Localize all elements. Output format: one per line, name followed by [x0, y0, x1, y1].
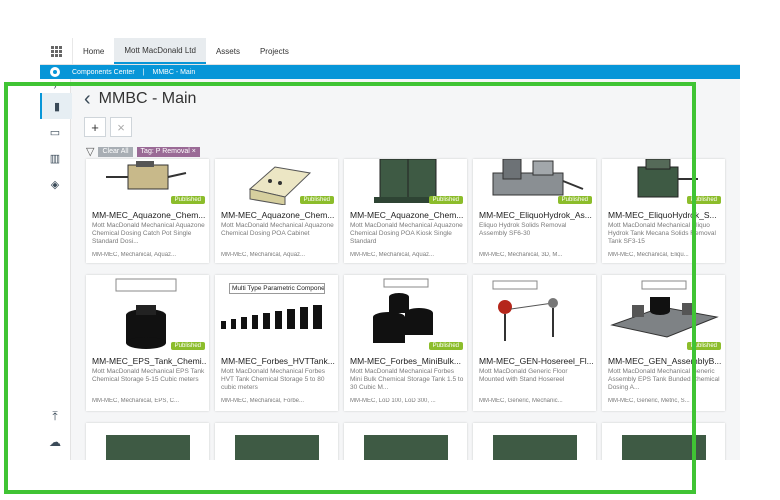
- breadcrumb-current: MMBC - Main: [152, 68, 196, 76]
- highlight-frame: [4, 82, 696, 494]
- tab-projects[interactable]: Projects: [250, 38, 299, 64]
- tab-home[interactable]: Home: [73, 38, 114, 64]
- top-navigation: Home Mott MacDonald Ltd Assets Projects: [40, 38, 740, 65]
- breadcrumb-separator: |: [142, 68, 145, 76]
- tab-mott-macdonald[interactable]: Mott MacDonald Ltd: [114, 38, 206, 64]
- components-center-logo-icon: [50, 67, 60, 77]
- tab-assets[interactable]: Assets: [206, 38, 250, 64]
- breadcrumb-bar: Components Center | MMBC - Main: [40, 65, 740, 79]
- grid-icon: [50, 45, 62, 57]
- breadcrumb-app[interactable]: Components Center: [72, 69, 135, 76]
- app-launcher-button[interactable]: [40, 38, 73, 64]
